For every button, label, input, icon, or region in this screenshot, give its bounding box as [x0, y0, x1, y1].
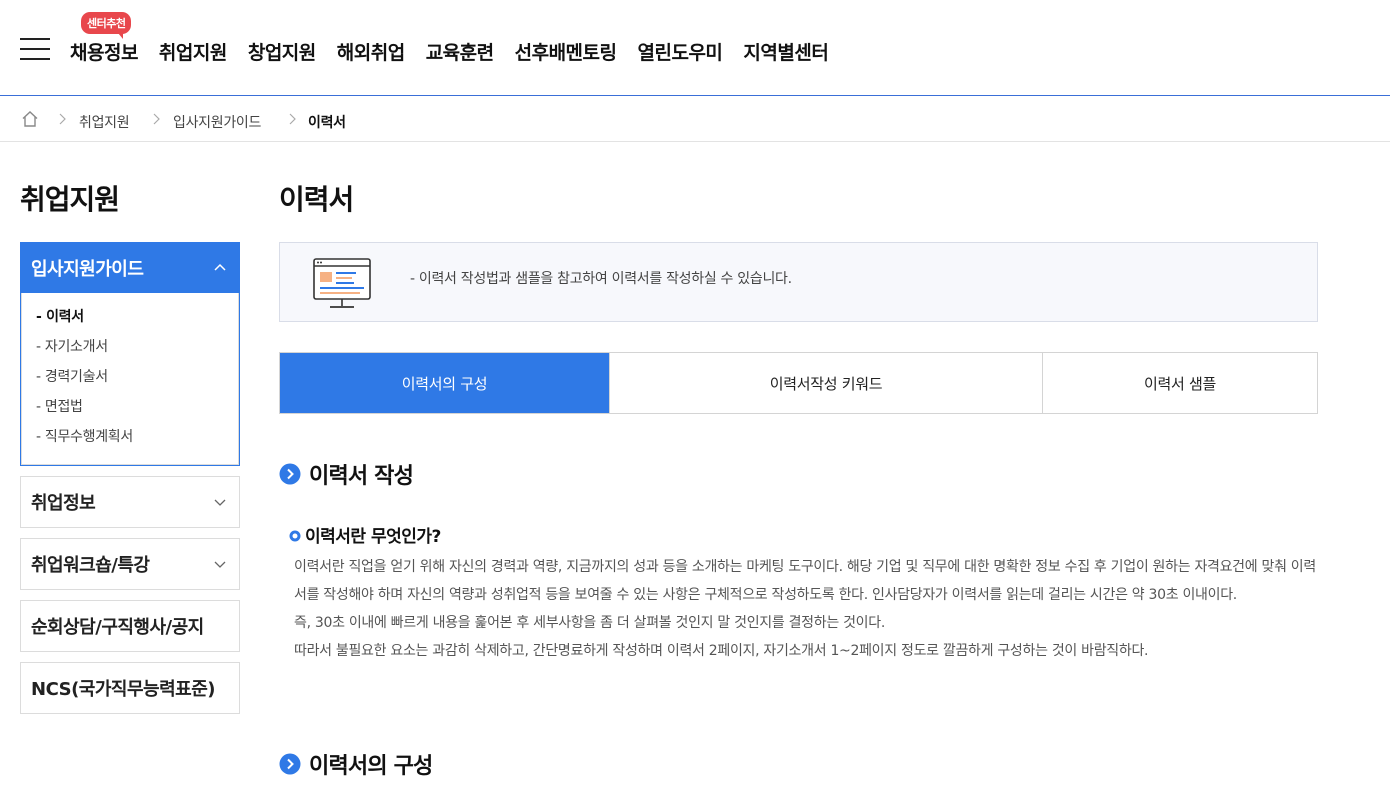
chevron-right-icon — [153, 113, 160, 125]
sidebar-item-resume[interactable]: - 이력서 — [36, 304, 238, 334]
sidebar-group-ncs: NCS(국가직무능력표준) — [20, 662, 240, 714]
section-title-text: 이력서의 구성 — [309, 754, 433, 779]
subsection-heading: 이력서란 무엇인가? — [289, 522, 441, 547]
nav-item-overseas[interactable]: 해외취업 — [337, 38, 405, 65]
tab-resume-structure[interactable]: 이력서의 구성 — [280, 353, 609, 413]
nav-item-label: 채용정보 — [70, 42, 138, 64]
chevron-up-icon — [214, 263, 226, 271]
breadcrumb-item-job-support[interactable]: 취업지원 — [79, 112, 130, 132]
circle-arrow-icon — [279, 463, 301, 485]
breadcrumb: 취업지원 입사지원가이드 이력서 — [0, 97, 1390, 142]
sidebar-group-guide-header[interactable]: 입사지원가이드 — [21, 242, 239, 293]
sidebar-submenu: - 이력서 - 자기소개서 - 경력기술서 - 면접법 - 직무수행계획서 — [21, 293, 239, 465]
breadcrumb-item-guide[interactable]: 입사지원가이드 — [173, 112, 261, 132]
main-nav: 센터추천 채용정보 취업지원 창업지원 해외취업 교육훈련 선후배멘토링 열린도… — [70, 12, 849, 65]
circle-arrow-icon — [279, 753, 301, 775]
sidebar-group-label: 취업워크숍/특강 — [31, 555, 150, 576]
breadcrumb-item-current: 이력서 — [308, 115, 346, 131]
sidebar-item-cover-letter[interactable]: - 자기소개서 — [36, 334, 238, 364]
nav-item-recruit-info[interactable]: 센터추천 채용정보 — [70, 12, 138, 65]
info-text: - 이력서 작성법과 샘플을 참고하여 이력서를 작성하실 수 있습니다. — [410, 271, 792, 287]
nav-item-startup[interactable]: 창업지원 — [248, 38, 316, 65]
nav-item-helper[interactable]: 열린도우미 — [638, 38, 723, 65]
sidebar-group-ncs-header[interactable]: NCS(국가직무능력표준) — [21, 663, 239, 713]
nav-item-training[interactable]: 교육훈련 — [426, 38, 494, 65]
paragraph: 따라서 불필요한 요소는 과감히 삭제하고, 간단명료하게 작성하며 이력서 2… — [294, 643, 1149, 659]
sidebar-group-label: 순회상담/구직행사/공지 — [31, 617, 204, 638]
info-box: - 이력서 작성법과 샘플을 참고하여 이력서를 작성하실 수 있습니다. — [279, 242, 1318, 322]
sidebar-group-label: NCS(국가직무능력표준) — [31, 679, 216, 700]
tab-resume-keywords[interactable]: 이력서작성 키워드 — [609, 353, 1042, 413]
sidebar-title: 취업지원 — [20, 183, 120, 216]
chevron-right-icon — [289, 113, 296, 125]
circle-bullet-icon — [289, 530, 301, 541]
tab-resume-sample[interactable]: 이력서 샘플 — [1042, 353, 1317, 413]
hamburger-icon[interactable] — [20, 38, 50, 60]
sidebar-group-counseling: 순회상담/구직행사/공지 — [20, 600, 240, 652]
sidebar-menu: 입사지원가이드 - 이력서 - 자기소개서 - 경력기술서 - 면접법 - 직무… — [20, 242, 240, 724]
sidebar-group-job-info: 취업정보 — [20, 476, 240, 528]
sidebar-item-career-description[interactable]: - 경력기술서 — [36, 364, 238, 394]
sidebar-group-workshop-header[interactable]: 취업워크숍/특강 — [21, 539, 239, 589]
recommend-badge: 센터추천 — [81, 12, 132, 39]
chevron-right-icon — [59, 113, 66, 125]
paragraph: 이력서란 직업을 얻기 위해 자신의 경력과 역량, 지금까지의 성과 등을 소… — [294, 559, 1316, 603]
paragraph: 즉, 30초 이내에 빠르게 내용을 훑어본 후 세부사항을 좀 더 살펴볼 것… — [294, 615, 885, 631]
section-title-text: 이력서 작성 — [309, 464, 414, 489]
sidebar-item-job-plan[interactable]: - 직무수행계획서 — [36, 424, 238, 454]
sidebar-group-guide: 입사지원가이드 - 이력서 - 자기소개서 - 경력기술서 - 면접법 - 직무… — [20, 242, 240, 466]
section-heading: 이력서 작성 — [279, 458, 414, 490]
subsection-title-text: 이력서란 무엇인가? — [305, 527, 441, 547]
chevron-down-icon — [214, 561, 226, 568]
section-heading: 이력서의 구성 — [279, 748, 433, 780]
site-header: 센터추천 채용정보 취업지원 창업지원 해외취업 교육훈련 선후배멘토링 열린도… — [0, 0, 1390, 96]
nav-item-mentoring[interactable]: 선후배멘토링 — [515, 38, 617, 65]
chevron-down-icon — [214, 499, 226, 506]
sidebar-group-counseling-header[interactable]: 순회상담/구직행사/공지 — [21, 601, 239, 651]
page-title: 이력서 — [279, 183, 354, 216]
sidebar-group-label: 취업정보 — [31, 493, 96, 514]
sidebar-group-job-info-header[interactable]: 취업정보 — [21, 477, 239, 527]
sidebar-group-workshop: 취업워크숍/특강 — [20, 538, 240, 590]
home-icon[interactable] — [20, 109, 40, 129]
nav-item-regional[interactable]: 지역별센터 — [743, 38, 828, 65]
sidebar-item-interview[interactable]: - 면접법 — [36, 394, 238, 424]
sidebar-group-label: 입사지원가이드 — [31, 258, 144, 280]
content-tabs: 이력서의 구성 이력서작성 키워드 이력서 샘플 — [279, 352, 1318, 414]
monitor-document-icon — [313, 258, 371, 308]
body-text: 이력서란 직업을 얻기 위해 자신의 경력과 역량, 지금까지의 성과 등을 소… — [294, 553, 1318, 665]
nav-item-job-support[interactable]: 취업지원 — [159, 38, 227, 65]
